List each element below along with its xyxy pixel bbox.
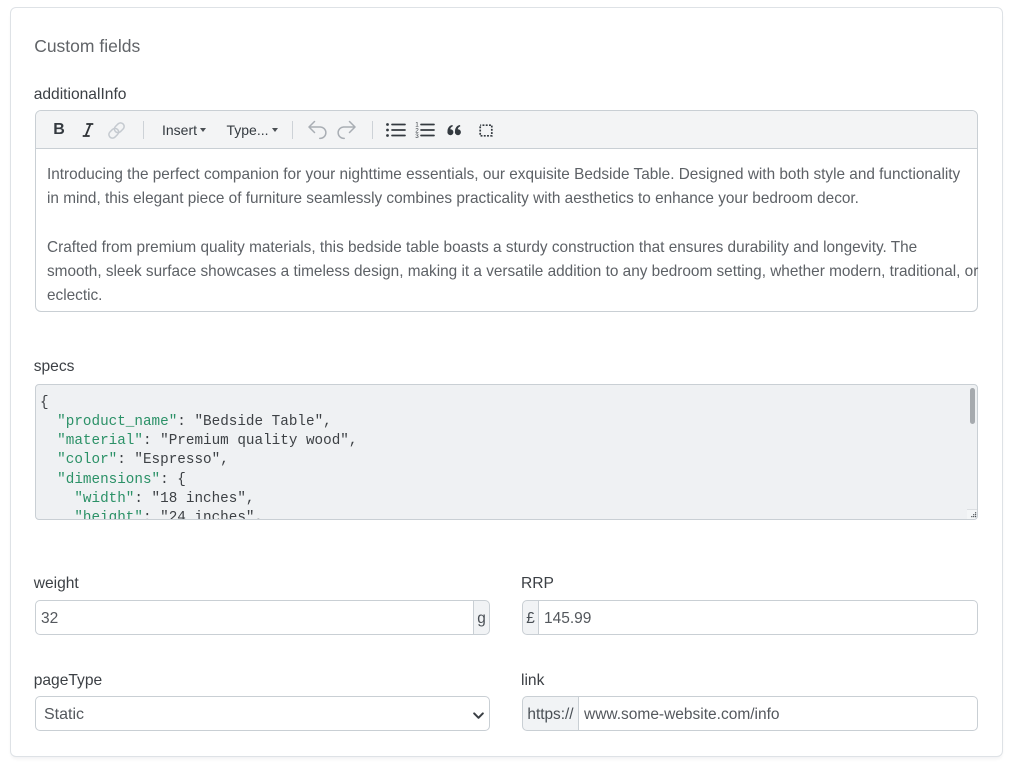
svg-text:3: 3 [415,133,419,138]
